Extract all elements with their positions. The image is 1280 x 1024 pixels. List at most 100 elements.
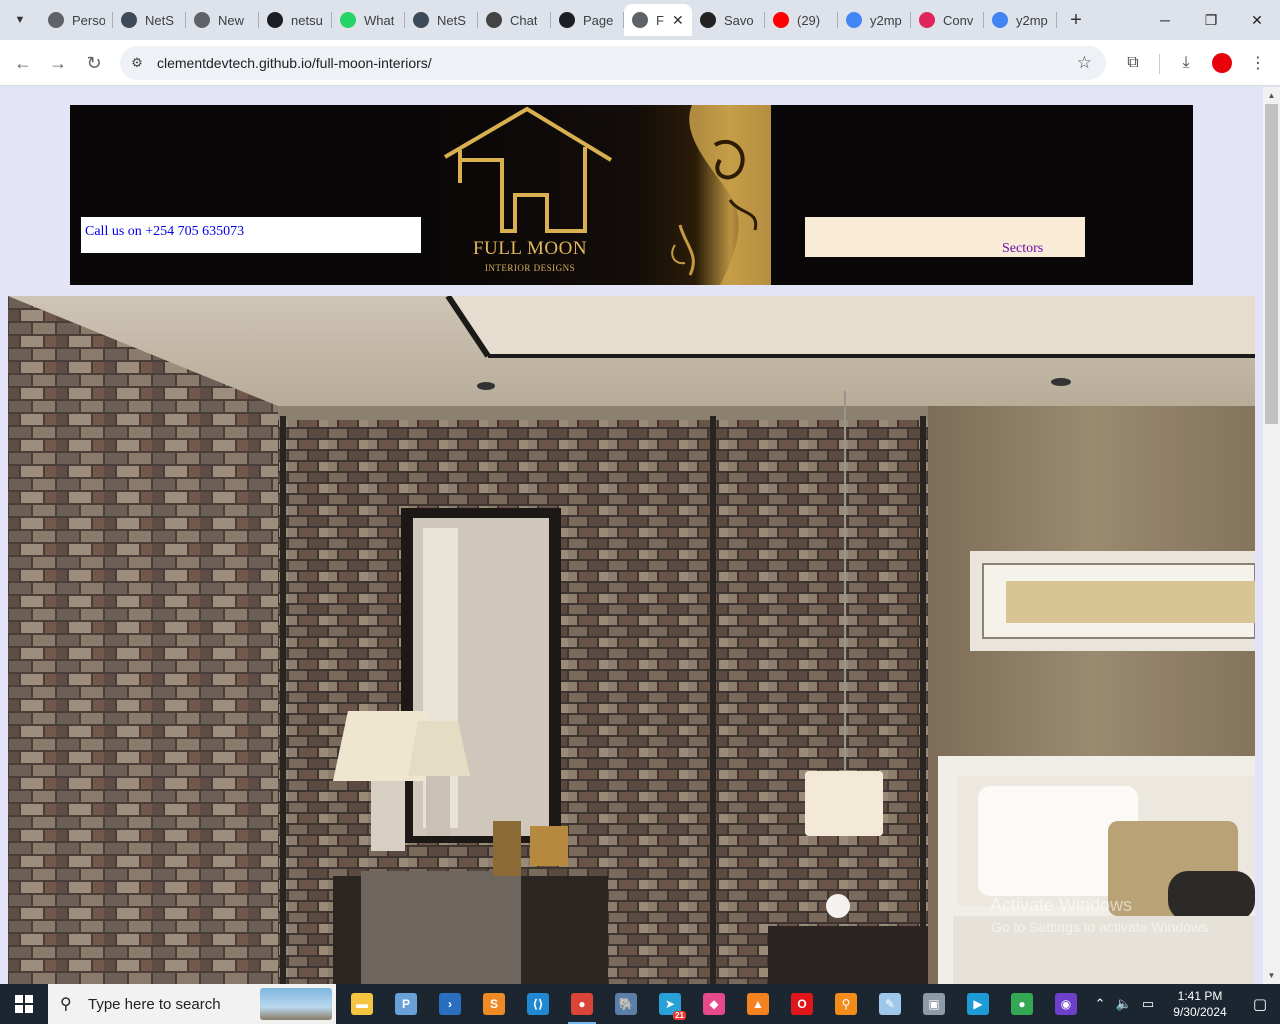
google-icon: [846, 12, 862, 28]
tab-search-button[interactable]: ▼: [6, 6, 34, 34]
close-tab-icon[interactable]: ✕: [672, 12, 684, 29]
reload-icon: ↻: [86, 52, 102, 73]
github-icon: [559, 12, 575, 28]
scroll-down-arrow-icon[interactable]: ▼: [1263, 967, 1280, 984]
close-window-button[interactable]: ✕: [1234, 0, 1280, 40]
tab-title: Savo: [724, 12, 754, 28]
menu-kebab-icon[interactable]: ⋮: [1247, 52, 1269, 74]
toolbar-divider: [1159, 54, 1160, 74]
reload-button[interactable]: ↻: [79, 48, 109, 78]
bookmark-star-icon[interactable]: ☆: [1077, 53, 1092, 73]
clock[interactable]: 1:41 PM 9/30/2024: [1160, 988, 1240, 1020]
taskbar-app[interactable]: S: [472, 984, 516, 1024]
tab-title: What: [364, 12, 395, 28]
window-controls: ─ ❐ ✕: [1142, 0, 1280, 40]
netsuite-icon: [413, 12, 429, 28]
taskbar-app[interactable]: ➤ 21: [648, 984, 692, 1024]
close-icon: ✕: [1251, 11, 1263, 28]
tab-separator: [1056, 12, 1057, 28]
scrollbar-thumb[interactable]: [1265, 104, 1278, 424]
drop-icon: ◆: [703, 993, 725, 1015]
taskbar-app[interactable]: ⚲: [824, 984, 868, 1024]
tab-title: y2mp: [870, 12, 902, 28]
browser-tab[interactable]: F ✕: [624, 4, 692, 36]
globe-icon: [632, 12, 648, 28]
volume-icon[interactable]: 🔈: [1112, 996, 1136, 1012]
github-icon: [267, 12, 283, 28]
site-info-icon[interactable]: ⚙: [128, 54, 146, 72]
search-app-icon: ⚲: [835, 993, 857, 1015]
tab-title: Conv: [943, 12, 974, 28]
browser-tab[interactable]: y2mp: [838, 4, 911, 36]
taskbar-app[interactable]: ▬: [340, 984, 384, 1024]
page-viewport: Call us on +254 705 635073 FULL MOON INT…: [0, 87, 1263, 984]
sectors-link[interactable]: Sectors: [1002, 241, 1043, 257]
download-icon[interactable]: ⤓: [1175, 52, 1197, 74]
browser-toolbar: ← → ↻ ⚙ clementdevtech.github.io/full-mo…: [0, 40, 1280, 86]
opera-icon: O: [791, 993, 813, 1015]
url-text[interactable]: clementdevtech.github.io/full-moon-inter…: [157, 55, 432, 71]
restore-button[interactable]: ❐: [1188, 0, 1234, 40]
taskbar-app[interactable]: 🐘: [604, 984, 648, 1024]
call-us-link[interactable]: Call us on +254 705 635073: [85, 224, 244, 239]
search-icon: ⚲: [60, 996, 72, 1013]
browser-tab[interactable]: Perso: [40, 4, 113, 36]
whatsapp-icon: [340, 12, 356, 28]
taskbar-app[interactable]: ●: [1000, 984, 1044, 1024]
taskbar-search[interactable]: ⚲ Type here to search: [48, 984, 336, 1024]
chrome-new-tab-icon: [194, 12, 210, 28]
notifications-icon[interactable]: ▢: [1240, 995, 1280, 1013]
taskbar-app[interactable]: ▶: [956, 984, 1000, 1024]
forward-button[interactable]: →: [43, 48, 73, 78]
browser-tab[interactable]: (29): [765, 4, 838, 36]
windows-taskbar: ⚲ Type here to search ▬ P › S ⟨⟩ ● 🐘 ➤ 21 ◆ ▲ O ⚲ ✎ ▣ ▶…: [0, 984, 1280, 1024]
taskbar-app[interactable]: O: [780, 984, 824, 1024]
scroll-up-arrow-icon[interactable]: ▲: [1263, 87, 1280, 104]
browser-tab[interactable]: NetS: [405, 4, 478, 36]
download-icon: [919, 12, 935, 28]
tray-overflow-icon[interactable]: ⌃: [1088, 996, 1112, 1012]
site-logo[interactable]: FULL MOON INTERIOR DESIGNS: [430, 105, 771, 285]
back-button[interactable]: ←: [8, 48, 38, 78]
vscode-icon: ⟨⟩: [527, 993, 549, 1015]
extensions-icon[interactable]: ⧉: [1122, 52, 1144, 74]
browser-tab[interactable]: Chat: [478, 4, 551, 36]
new-tab-button[interactable]: +: [1064, 8, 1088, 32]
network-icon[interactable]: ▭: [1136, 996, 1160, 1012]
sectors-nav: Sectors: [805, 217, 1085, 257]
system-tray: ⌃ 🔈 ▭ 1:41 PM 9/30/2024 ▢: [1088, 984, 1280, 1024]
pinned-apps: ▬ P › S ⟨⟩ ● 🐘 ➤ 21 ◆ ▲ O ⚲ ✎ ▣ ▶ ● ◉: [340, 984, 1088, 1024]
browser-tab[interactable]: Savo: [692, 4, 765, 36]
browser-tab[interactable]: What: [332, 4, 405, 36]
tab-title: netsu: [291, 12, 323, 28]
taskbar-app[interactable]: ◆: [692, 984, 736, 1024]
globe-icon: [48, 12, 64, 28]
browser-tab[interactable]: NetS: [113, 4, 186, 36]
minimize-button[interactable]: ─: [1142, 0, 1188, 40]
taskbar-app[interactable]: ▲: [736, 984, 780, 1024]
github-desktop-icon: ◉: [1055, 993, 1077, 1015]
profile-avatar[interactable]: [1212, 53, 1232, 73]
taskbar-app[interactable]: ›: [428, 984, 472, 1024]
file-icon: P: [395, 993, 417, 1015]
tab-title: Chat: [510, 12, 538, 28]
start-button[interactable]: [0, 984, 48, 1024]
taskbar-app[interactable]: ●: [560, 984, 604, 1024]
activate-windows-title: Activate Windows: [990, 895, 1133, 915]
browser-tab[interactable]: Conv: [911, 4, 984, 36]
vertical-scrollbar[interactable]: ▲ ▼: [1263, 87, 1280, 984]
browser-tab[interactable]: Page: [551, 4, 624, 36]
savo-icon: [700, 12, 716, 28]
browser-tab[interactable]: y2mp: [984, 4, 1057, 36]
paint-icon: ✎: [879, 993, 901, 1015]
taskbar-app[interactable]: ◉: [1044, 984, 1088, 1024]
camera-icon: ▣: [923, 993, 945, 1015]
browser-tab[interactable]: netsu: [259, 4, 332, 36]
taskbar-app[interactable]: ⟨⟩: [516, 984, 560, 1024]
taskbar-app[interactable]: P: [384, 984, 428, 1024]
taskbar-app[interactable]: ▣: [912, 984, 956, 1024]
notification-badge: 21: [673, 1011, 686, 1020]
browser-tab[interactable]: New: [186, 4, 259, 36]
address-bar[interactable]: ⚙ clementdevtech.github.io/full-moon-int…: [120, 46, 1106, 80]
taskbar-app[interactable]: ✎: [868, 984, 912, 1024]
